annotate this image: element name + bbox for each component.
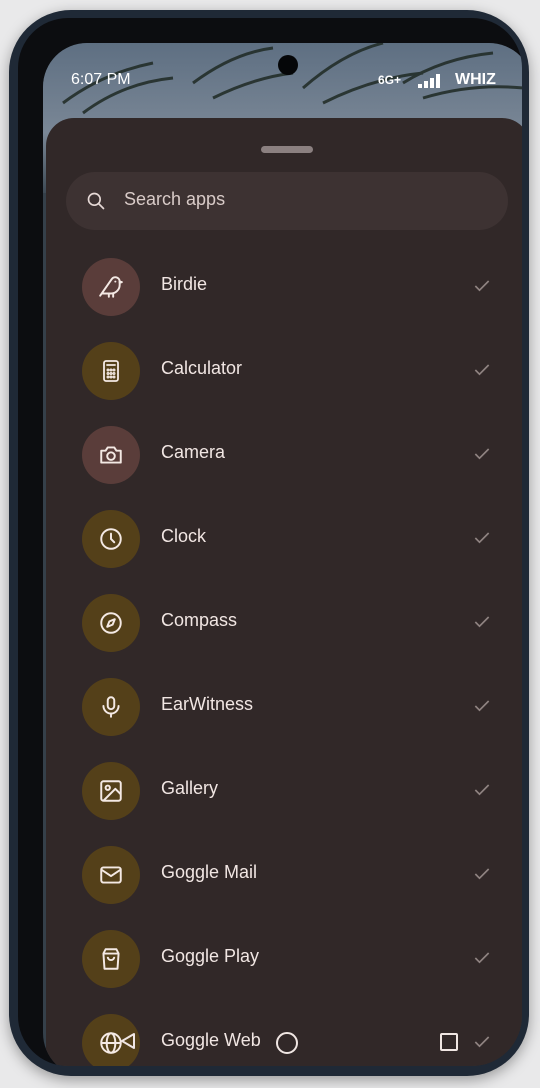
check-icon[interactable]: [472, 696, 492, 716]
app-label: Camera: [161, 442, 226, 462]
status-bar: 6:07 PM 6G+ WHIZ: [43, 43, 522, 99]
search-input[interactable]: Search apps: [66, 172, 508, 230]
screen: 6:07 PM 6G+ WHIZ Search apps Birdie Calc…: [43, 43, 522, 1066]
app-icon-bg: [82, 930, 140, 988]
clock-icon: [100, 528, 122, 550]
check-icon[interactable]: [472, 360, 492, 380]
app-label: EarWitness: [161, 694, 254, 714]
app-icon-bg: [82, 594, 140, 652]
list-item[interactable]: Gallery: [46, 762, 522, 846]
back-icon[interactable]: [118, 1031, 138, 1051]
list-item[interactable]: Goggle Mail: [46, 846, 522, 930]
home-icon[interactable]: [276, 1032, 298, 1054]
app-label: Calculator: [161, 358, 243, 378]
app-icon-bg: [82, 846, 140, 904]
mail-icon: [100, 866, 122, 884]
shopping-bag-icon: [102, 948, 120, 970]
list-item[interactable]: Camera: [46, 426, 522, 510]
recents-icon[interactable]: [440, 1033, 458, 1051]
app-picker-sheet: Search apps Birdie Calculator Camera Clo…: [46, 118, 522, 1066]
app-label: Gallery: [161, 778, 219, 798]
app-label: Clock: [161, 526, 207, 546]
check-icon[interactable]: [472, 1032, 492, 1052]
compass-icon: [100, 612, 122, 634]
list-item[interactable]: Clock: [46, 510, 522, 594]
app-label: Birdie: [161, 274, 208, 294]
check-icon[interactable]: [472, 780, 492, 800]
microphone-icon: [102, 696, 120, 718]
app-icon-bg: [82, 258, 140, 316]
app-icon-bg: [82, 762, 140, 820]
bird-icon: [99, 276, 123, 298]
check-icon[interactable]: [472, 276, 492, 296]
app-label: Goggle Mail: [161, 862, 258, 882]
drag-handle[interactable]: [261, 146, 313, 153]
camera-icon: [100, 446, 122, 464]
list-item[interactable]: Goggle Play: [46, 930, 522, 1014]
list-item[interactable]: Calculator: [46, 342, 522, 426]
app-label: Goggle Play: [161, 946, 260, 966]
list-item[interactable]: Birdie: [46, 258, 522, 342]
search-icon: [87, 192, 105, 210]
app-icon-bg: [82, 510, 140, 568]
check-icon[interactable]: [472, 528, 492, 548]
status-time: 6:07 PM: [71, 71, 131, 88]
network-type: 6G+: [378, 73, 402, 87]
search-placeholder: Search apps: [124, 189, 226, 209]
check-icon[interactable]: [472, 612, 492, 632]
app-label: Compass: [161, 610, 238, 630]
check-icon[interactable]: [472, 864, 492, 884]
phone-bezel: 6:07 PM 6G+ WHIZ Search apps Birdie Calc…: [18, 18, 522, 1066]
app-icon-bg: [82, 342, 140, 400]
app-icon-bg: [82, 678, 140, 736]
app-icon-bg: [82, 426, 140, 484]
carrier-name: WHIZ: [455, 71, 496, 88]
signal-icon: [418, 74, 440, 88]
list-item[interactable]: EarWitness: [46, 678, 522, 762]
calculator-icon: [103, 360, 119, 382]
check-icon[interactable]: [472, 948, 492, 968]
app-label: Goggle Web: [161, 1030, 261, 1050]
check-icon[interactable]: [472, 444, 492, 464]
list-item[interactable]: Compass: [46, 594, 522, 678]
image-icon: [100, 780, 122, 802]
